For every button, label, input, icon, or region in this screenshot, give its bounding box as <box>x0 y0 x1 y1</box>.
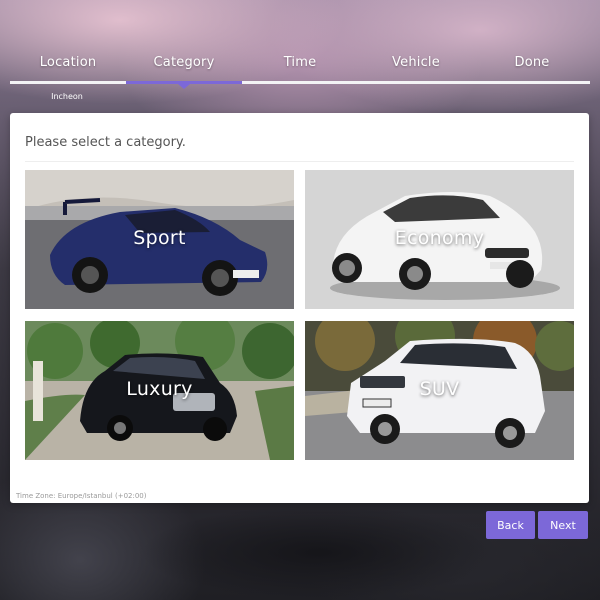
category-tile-suv[interactable]: SUV <box>305 321 574 460</box>
step-time[interactable]: Time <box>242 55 358 70</box>
step-category[interactable]: Category <box>126 55 242 70</box>
selected-location: Incheon <box>51 92 83 101</box>
category-card: Please select a category. Sport Economy … <box>10 113 589 503</box>
category-tile-sport[interactable]: Sport <box>25 170 294 309</box>
step-location[interactable]: Location <box>10 55 126 70</box>
step-navigation: Location Category Time Vehicle Done Inch… <box>10 0 590 110</box>
category-label: Luxury <box>126 378 193 400</box>
category-label: SUV <box>419 378 460 400</box>
category-label: Sport <box>133 227 186 249</box>
back-button[interactable]: Back <box>486 511 535 539</box>
next-button[interactable]: Next <box>538 511 588 539</box>
category-label: Economy <box>394 227 485 249</box>
timezone-note: Time Zone: Europe/Istanbul (+02:00) <box>16 492 147 500</box>
page-prompt: Please select a category. <box>25 135 186 150</box>
step-vehicle[interactable]: Vehicle <box>358 55 474 70</box>
category-tile-economy[interactable]: Economy <box>305 170 574 309</box>
category-tile-luxury[interactable]: Luxury <box>25 321 294 460</box>
progress-track <box>10 81 590 84</box>
divider <box>25 161 574 162</box>
step-done[interactable]: Done <box>474 55 590 70</box>
active-step-caret-icon <box>178 84 190 89</box>
